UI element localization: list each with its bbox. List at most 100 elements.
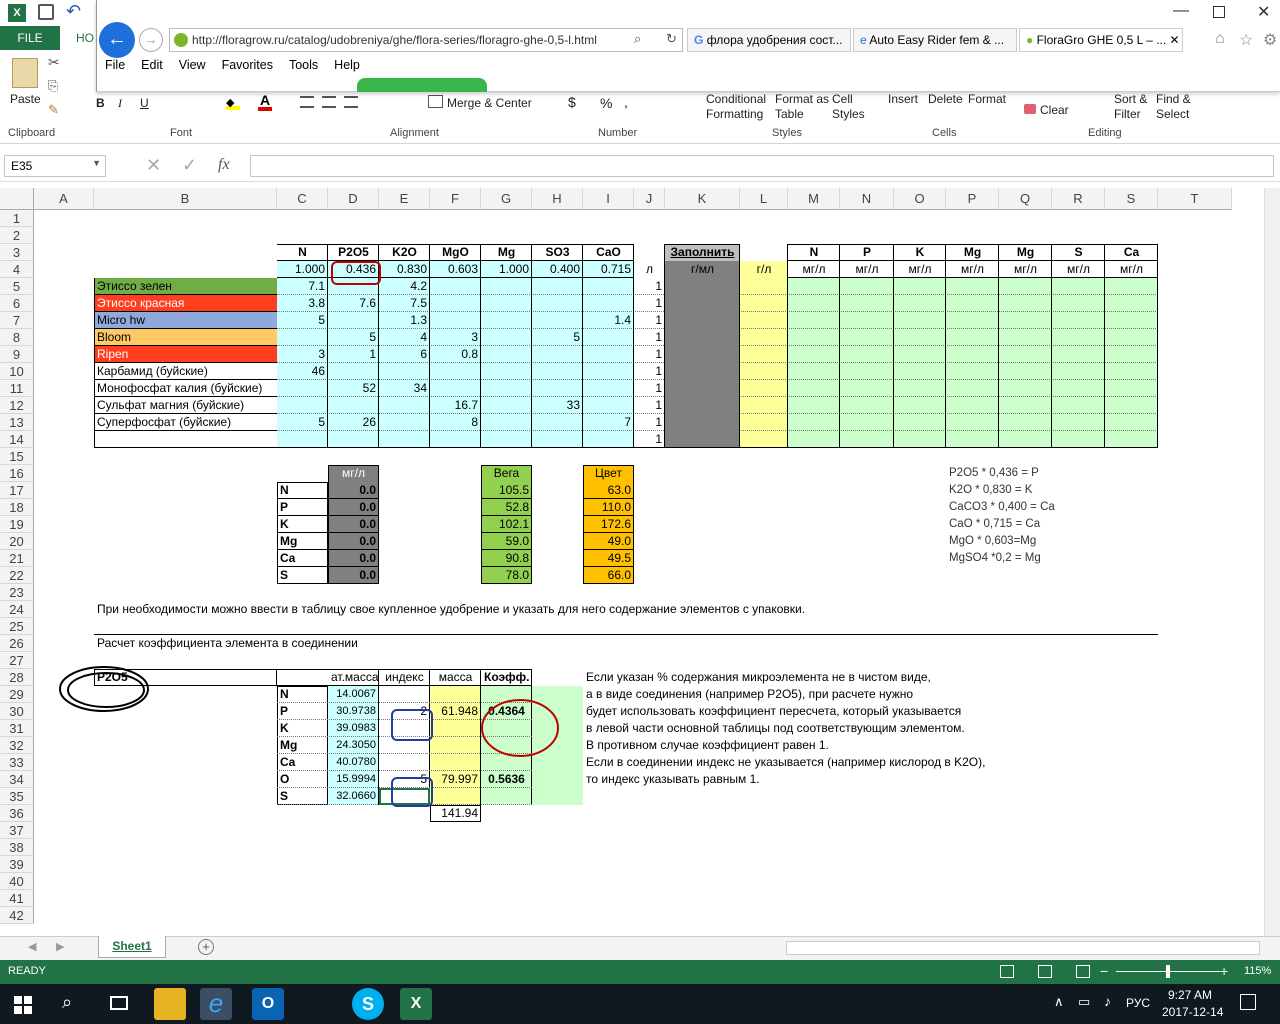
clock-date[interactable]: 2017-12-14 <box>1162 1005 1223 1019</box>
normal-view-icon[interactable] <box>1000 965 1014 978</box>
hand-drawn-annotations <box>59 261 559 807</box>
notifications-icon[interactable] <box>1240 994 1256 1010</box>
bold-button[interactable]: B <box>96 96 105 110</box>
merge-center-button[interactable]: Merge & Center <box>447 96 532 110</box>
zoom-slider-thumb[interactable] <box>1166 965 1170 978</box>
network-icon[interactable]: ▭ <box>1078 994 1090 1010</box>
blue-mark-index-o <box>391 777 433 807</box>
forward-icon[interactable]: → <box>139 28 163 52</box>
search-icon[interactable]: ⌕ <box>634 31 641 47</box>
fill-color-icon[interactable]: ◆ <box>226 96 240 110</box>
insert-button[interactable]: Insert <box>888 92 918 106</box>
windows-taskbar: ⌕ e O S X ∧ ▭ ♪ РУС 9:27 AM 2017-12-14 <box>0 984 1280 1024</box>
clock-time[interactable]: 9:27 AM <box>1168 988 1212 1002</box>
search-icon[interactable]: ⌕ <box>62 992 72 1013</box>
address-bar[interactable]: http://floragrow.ru/catalog/udobreniya/g… <box>169 28 683 52</box>
home-icon[interactable]: ⌂ <box>1215 30 1225 48</box>
merge-icon[interactable] <box>428 95 443 108</box>
cell-styles-button[interactable]: Cell Styles <box>832 92 865 122</box>
delete-button[interactable]: Delete <box>928 92 963 106</box>
vertical-scrollbar[interactable] <box>1264 188 1280 936</box>
scroll-right-icon[interactable]: ▶ <box>56 940 64 953</box>
sheet-tab-sheet1[interactable]: Sheet1 <box>98 936 166 958</box>
outlook-icon[interactable]: O <box>252 988 284 1020</box>
tab-home[interactable]: HO <box>76 31 94 45</box>
tab-file[interactable]: FILE <box>0 26 60 50</box>
italic-button[interactable]: I <box>118 96 122 111</box>
insert-function-icon[interactable]: fx <box>218 156 230 174</box>
minimize-icon[interactable]: — <box>1173 2 1189 20</box>
excel-taskbar-icon[interactable]: X <box>400 988 432 1020</box>
task-view-icon[interactable] <box>110 996 128 1010</box>
url-text: http://floragrow.ru/catalog/udobreniya/g… <box>192 33 597 47</box>
format-as-table-button[interactable]: Format as Table <box>775 92 829 122</box>
align-right-icon[interactable] <box>344 96 358 108</box>
comma-button[interactable]: , <box>624 94 628 110</box>
volume-icon[interactable]: ♪ <box>1104 993 1111 1009</box>
percent-button[interactable]: % <box>600 95 612 111</box>
add-sheet-icon[interactable]: + <box>198 939 214 955</box>
browser-tab[interactable]: e Auto Easy Rider fem & ... <box>853 28 1017 52</box>
page-content-image <box>357 78 487 92</box>
underline-button[interactable]: U <box>140 96 149 110</box>
windows-start-icon[interactable] <box>14 996 32 1014</box>
settings-gear-icon[interactable]: ⚙ <box>1263 30 1277 50</box>
browser-tab[interactable]: G флора удобрения сост... <box>687 28 851 52</box>
red-mark-coef <box>481 699 559 757</box>
close-tab-icon[interactable]: ✕ <box>1170 33 1180 47</box>
formula-input[interactable] <box>250 155 1274 177</box>
menu-view[interactable]: View <box>179 58 206 72</box>
browser-tab-active[interactable]: ● FloraGro GHE 0,5 L – ... ✕ <box>1019 28 1183 52</box>
file-explorer-icon[interactable] <box>154 988 186 1020</box>
site-favicon-icon: ● <box>1026 33 1034 47</box>
menu-help[interactable]: Help <box>334 58 360 72</box>
clear-icon[interactable] <box>1024 104 1036 114</box>
scroll-left-icon[interactable]: ◀ <box>28 940 36 953</box>
zoom-out-icon[interactable]: − <box>1100 963 1108 979</box>
page-break-icon[interactable] <box>1076 965 1090 978</box>
favorites-star-icon[interactable]: ☆ <box>1239 30 1253 50</box>
group-editing: Editing <box>1088 127 1122 139</box>
name-box[interactable]: E35 ▼ <box>4 155 106 177</box>
sort-filter-button[interactable]: Sort & Filter <box>1114 92 1147 122</box>
zoom-level[interactable]: 115% <box>1244 965 1271 977</box>
undo-icon[interactable]: ↶ <box>66 1 81 22</box>
cancel-icon[interactable]: ✕ <box>146 155 161 176</box>
spreadsheet-grid[interactable]: ABCDEFGHIJKLMNOPQRST 1 2 3 4 5 6 7 8 9 10 11 12 13 14… <box>0 188 1264 936</box>
maximize-icon[interactable] <box>1213 6 1225 18</box>
format-painter-icon[interactable]: ✎ <box>48 102 59 118</box>
page-layout-icon[interactable] <box>1038 965 1052 978</box>
horizontal-scrollbar[interactable] <box>786 941 1260 955</box>
group-font: Font <box>170 127 193 139</box>
group-cells: Cells <box>932 127 957 139</box>
tray-chevron-icon[interactable]: ∧ <box>1054 994 1064 1010</box>
paste-icon[interactable] <box>12 58 38 88</box>
conditional-formatting-button[interactable]: Conditional Formatting <box>706 92 766 122</box>
menu-favorites[interactable]: Favorites <box>222 58 273 72</box>
save-icon[interactable] <box>38 4 54 20</box>
language-indicator[interactable]: РУС <box>1126 996 1150 1010</box>
skype-icon[interactable]: S <box>352 988 384 1020</box>
ie-menu-bar: File Edit View Favorites Tools Help <box>105 58 360 72</box>
align-left-icon[interactable] <box>300 96 314 108</box>
close-window-icon[interactable]: ✕ <box>1257 2 1270 22</box>
menu-tools[interactable]: Tools <box>289 58 318 72</box>
site-favicon-icon <box>174 33 188 47</box>
enter-icon[interactable]: ✓ <box>182 155 197 176</box>
clear-button[interactable]: Clear <box>1040 103 1069 117</box>
copy-icon[interactable]: ⎘ <box>48 78 58 94</box>
paste-button[interactable]: Paste <box>10 92 41 106</box>
font-color-icon[interactable]: A <box>258 93 272 111</box>
menu-file[interactable]: File <box>105 58 125 72</box>
excel-logo-icon: X <box>8 4 26 22</box>
back-icon[interactable]: ← <box>99 22 135 58</box>
menu-edit[interactable]: Edit <box>141 58 163 72</box>
find-select-button[interactable]: Find & Select <box>1156 92 1191 122</box>
refresh-icon[interactable]: ↻ <box>666 31 677 47</box>
zoom-in-icon[interactable]: + <box>1220 963 1228 979</box>
align-center-icon[interactable] <box>322 96 336 108</box>
currency-button[interactable]: $ <box>568 94 576 110</box>
cut-icon[interactable]: ✂ <box>48 54 60 71</box>
internet-explorer-icon[interactable]: e <box>200 988 232 1020</box>
format-button[interactable]: Format <box>968 92 1006 106</box>
